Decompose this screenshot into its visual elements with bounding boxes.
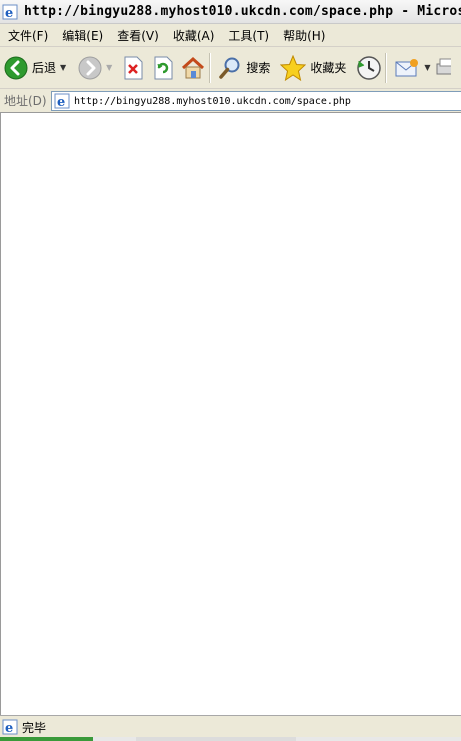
address-url[interactable]: http://bingyu288.myhost010.ukcdn.com/spa… <box>74 96 351 107</box>
favorites-label: 收藏夹 <box>310 61 347 75</box>
forward-button[interactable]: ▼ <box>78 51 112 85</box>
forward-dropdown-icon[interactable]: ▼ <box>106 63 112 72</box>
svg-text:e: e <box>5 6 13 20</box>
page-icon: e <box>52 93 70 109</box>
menu-view[interactable]: 查看(V) <box>117 27 159 44</box>
search-icon <box>218 56 242 80</box>
back-arrow-icon <box>4 56 28 80</box>
taskbar-start-segment[interactable] <box>0 737 93 741</box>
window-title: http://bingyu288.myhost010.ukcdn.com/spa… <box>24 4 461 19</box>
address-bar: 地址(D) e http://bingyu288.myhost010.ukcdn… <box>0 89 461 113</box>
search-label: 搜索 <box>246 61 271 75</box>
status-bar: e 完毕 <box>0 715 461 738</box>
back-dropdown-icon[interactable]: ▼ <box>60 63 66 72</box>
mail-button[interactable]: ▼ <box>394 51 431 85</box>
stop-button[interactable] <box>122 51 144 85</box>
taskbar-strip <box>0 737 461 741</box>
history-icon <box>356 55 382 81</box>
history-button[interactable] <box>356 51 382 85</box>
favorites-button[interactable]: 收藏夹 <box>280 51 346 85</box>
menu-help[interactable]: 帮助(H) <box>283 27 325 44</box>
favorites-star-icon <box>280 54 307 81</box>
title-bar: e http://bingyu288.myhost010.ukcdn.com/s… <box>0 0 461 24</box>
svg-text:e: e <box>57 95 65 109</box>
menu-bar: 文件(F) 编辑(E) 查看(V) 收藏(A) 工具(T) 帮助(H) <box>0 24 461 47</box>
search-button[interactable]: 搜索 <box>218 51 270 85</box>
home-icon <box>180 56 206 80</box>
address-input[interactable]: e http://bingyu288.myhost010.ukcdn.com/s… <box>51 91 461 111</box>
toolbar-separator <box>209 52 212 83</box>
status-text: 完毕 <box>22 720 47 735</box>
menu-favorites[interactable]: 收藏(A) <box>173 27 215 44</box>
menu-tools[interactable]: 工具(T) <box>228 27 269 44</box>
print-icon <box>435 56 451 80</box>
back-button[interactable]: 后退 ▼ <box>4 51 66 85</box>
toolbar: 后退 ▼ ▼ 搜索 收藏夹 ▼ <box>0 47 461 89</box>
menu-file[interactable]: 文件(F) <box>8 27 48 44</box>
refresh-button[interactable] <box>152 51 174 85</box>
taskbar-window-segment[interactable] <box>136 737 296 741</box>
ie-logo-icon: e <box>2 4 18 20</box>
print-button[interactable] <box>435 51 451 85</box>
back-label: 后退 <box>32 61 57 75</box>
stop-icon <box>122 56 144 80</box>
menu-edit[interactable]: 编辑(E) <box>62 27 103 44</box>
toolbar-separator <box>385 52 388 83</box>
refresh-icon <box>152 56 174 80</box>
page-status-icon: e <box>0 719 18 735</box>
mail-icon <box>394 57 420 79</box>
home-button[interactable] <box>180 51 206 85</box>
svg-text:e: e <box>5 721 13 735</box>
mail-dropdown-icon[interactable]: ▼ <box>424 63 430 72</box>
page-content[interactable] <box>0 113 461 715</box>
address-label: 地址(D) <box>4 94 47 108</box>
forward-arrow-icon <box>78 56 102 80</box>
